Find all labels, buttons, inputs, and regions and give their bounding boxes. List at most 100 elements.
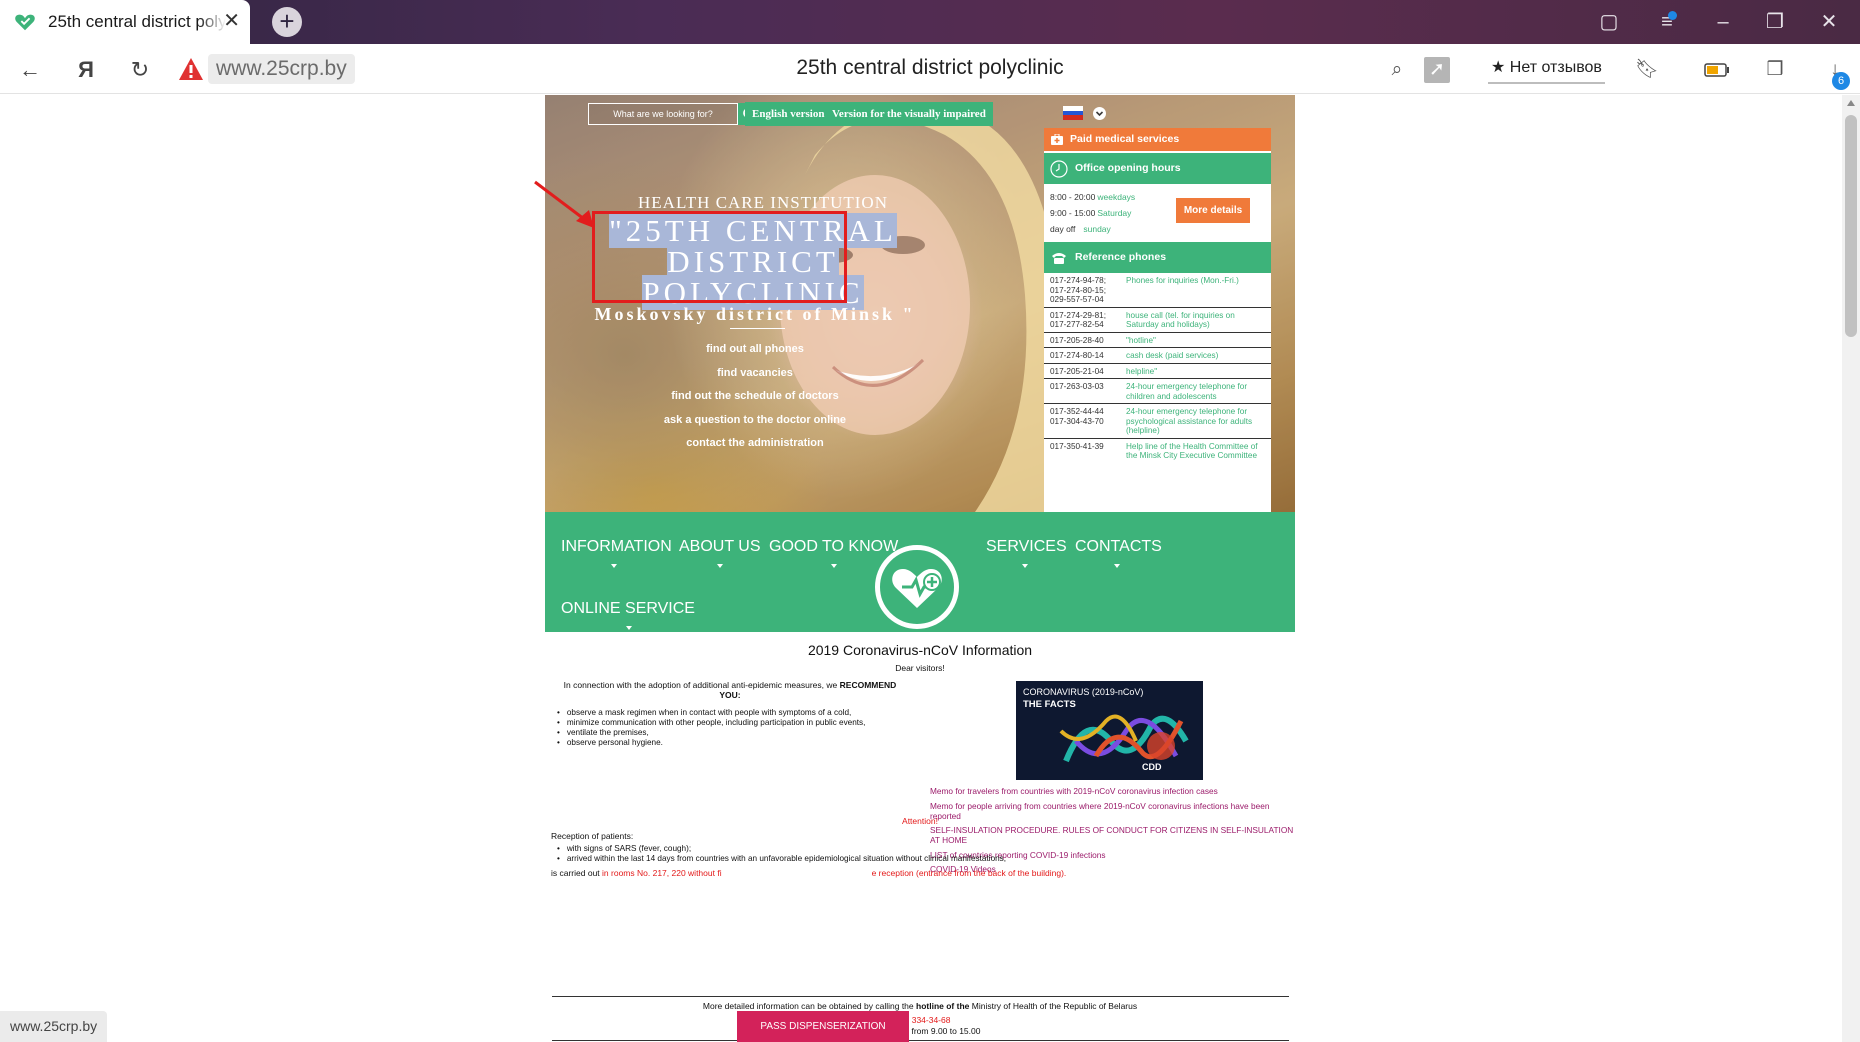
nav-good-to-know[interactable]: GOOD TO KNOW xyxy=(769,538,898,556)
chevron-down-icon xyxy=(1022,564,1028,568)
contact-admin-link[interactable]: contact the administration xyxy=(585,432,925,456)
image-caption-line1: CORONAVIRUS (2019-nCoV) xyxy=(1023,687,1144,697)
page-viewport: What are we looking for? English version… xyxy=(0,95,1842,1042)
pass-dispenserization-button[interactable]: PASS DISPENSERIZATION xyxy=(737,1011,909,1042)
office-hours-title: Office opening hours xyxy=(1075,162,1181,174)
protein-structure-graphic xyxy=(1059,714,1189,763)
tab-title: 25th central district polyclinic xyxy=(48,12,226,31)
divider xyxy=(552,996,1289,997)
phone-row: 017-274-29-81; 017-277-82-54 house call (… xyxy=(1044,308,1271,333)
back-icon[interactable]: ← xyxy=(16,56,44,84)
nav-information[interactable]: INFORMATION xyxy=(561,538,672,556)
phone-description: cash desk (paid services) xyxy=(1126,351,1219,360)
warning-icon[interactable] xyxy=(178,57,204,81)
chevron-down-icon xyxy=(717,564,723,568)
english-version-button[interactable]: English version xyxy=(745,102,832,126)
battery-icon[interactable] xyxy=(1704,57,1730,83)
find-vacancies-link[interactable]: find vacancies xyxy=(585,362,925,386)
nav-services[interactable]: SERVICES xyxy=(986,538,1067,556)
scroll-up-icon[interactable] xyxy=(1847,100,1855,106)
reload-icon[interactable]: ↻ xyxy=(126,56,154,84)
phone-description: Help line of the Health Committee of the… xyxy=(1126,441,1258,461)
minimize-icon[interactable]: – xyxy=(1710,9,1736,35)
site-container: What are we looking for? English version… xyxy=(545,95,1295,1042)
self-insulation-link[interactable]: SELF-INSULATION PROCEDURE. RULES OF COND… xyxy=(930,825,1300,845)
star-icon: ★ xyxy=(1491,59,1506,76)
site-favicon-icon xyxy=(15,14,35,31)
office-hours: 8:00 - 20:00 weekdays 9:00 - 15:00 Saturda… xyxy=(1044,184,1271,242)
list-item: observe a mask regimen when in contact w… xyxy=(557,708,907,718)
downloads-badge: 6 xyxy=(1832,72,1850,90)
reviews-label: Нет отзывов xyxy=(1509,59,1602,76)
divider xyxy=(552,1040,1289,1041)
phones-list: 017-274-94-78; 017-274-80-15; 029-557-57… xyxy=(1044,273,1271,463)
bookmark-icon[interactable]: 🔖︎ xyxy=(1634,57,1660,83)
tab-close-icon[interactable]: ✕ xyxy=(223,11,240,31)
covid-info-section: 2019 Coronavirus-nCoV Information Dear v… xyxy=(545,632,1295,1042)
vertical-scrollbar[interactable] xyxy=(1842,95,1860,1042)
phone-number[interactable]: 017-352-44-44 017-304-43-70 xyxy=(1050,407,1126,436)
url-field[interactable]: www.25crp.by xyxy=(208,54,355,84)
phone-row: 017-274-80-14 cash desk (paid services) xyxy=(1044,348,1271,364)
memo-travelers-link[interactable]: Memo for travelers from countries with 2… xyxy=(930,786,1300,796)
find-phones-link[interactable]: find out all phones xyxy=(585,338,925,362)
notification-dot xyxy=(1668,11,1677,20)
phone-number[interactable]: 017-263-03-03 xyxy=(1050,382,1126,401)
institution-label: HEALTH CARE INSTITUTION xyxy=(638,193,888,212)
phone-number[interactable]: 017-274-94-78; 017-274-80-15; 029-557-57… xyxy=(1050,276,1126,305)
phone-description: "hotline" xyxy=(1126,335,1156,345)
attention-label: Attention! xyxy=(902,816,938,826)
hero-divider xyxy=(730,328,785,329)
list-item: minimize communication with other people… xyxy=(557,718,907,728)
recommendation-list: observe a mask regimen when in contact w… xyxy=(557,708,907,748)
scroll-thumb[interactable] xyxy=(1845,115,1857,337)
address-bar: ← Я ↻ www.25crp.by 25th central district… xyxy=(0,44,1860,94)
chevron-down-icon xyxy=(1114,564,1120,568)
chevron-down-icon xyxy=(831,564,837,568)
medkit-icon xyxy=(1051,134,1063,145)
entrance-text: e reception (entrance from the back of t… xyxy=(871,868,1067,878)
hotline-hours: on weekdays from 9.00 to 15.00 xyxy=(859,1026,981,1036)
nav-about-us[interactable]: ABOUT US xyxy=(679,538,761,556)
extensions-icon[interactable]: ❒ xyxy=(1762,57,1788,83)
phone-number[interactable]: 017-205-28-40 xyxy=(1050,336,1126,346)
more-details-button[interactable]: More details xyxy=(1176,198,1250,223)
reviews-button[interactable]: ★ Нет отзывов xyxy=(1488,52,1605,84)
phone-number[interactable]: 017-350-41-39 xyxy=(1050,442,1126,461)
language-dropdown-icon[interactable] xyxy=(1093,107,1106,120)
phone-row: 017-350-41-39 Help line of the Health Com… xyxy=(1044,439,1271,463)
office-hours-header: Office opening hours xyxy=(1044,153,1271,184)
nav-online-service[interactable]: ONLINE SERVICE xyxy=(561,600,695,618)
turbo-icon[interactable]: ➚ xyxy=(1424,57,1450,83)
search-page-icon[interactable]: ⌕ xyxy=(1384,57,1410,83)
phone-number[interactable]: 017-205-21-04 xyxy=(1050,367,1126,377)
doctor-schedule-link[interactable]: find out the schedule of doctors xyxy=(585,385,925,409)
reference-phones-title: Reference phones xyxy=(1075,251,1167,263)
coronavirus-facts-image[interactable]: CORONAVIRUS (2019-nCoV) THE FACTS CDD xyxy=(1016,681,1203,780)
nav-contacts[interactable]: CONTACTS xyxy=(1075,538,1162,556)
list-item: with signs of SARS (fever, cough); xyxy=(557,844,1006,854)
russian-flag-icon[interactable] xyxy=(1063,106,1083,120)
main-navigation: INFORMATION ABOUT US GOOD TO KNOW SERVIC… xyxy=(545,512,1295,632)
new-tab-button[interactable]: + xyxy=(272,7,302,37)
status-bar-url: www.25crp.by xyxy=(0,1011,108,1042)
covid-links: Memo for travelers from countries with 2… xyxy=(930,786,1300,879)
phone-description: helpline" xyxy=(1126,366,1158,376)
clinic-logo[interactable] xyxy=(875,545,959,629)
close-window-icon[interactable]: ✕ xyxy=(1816,9,1842,35)
hero-banner: What are we looking for? English version… xyxy=(545,95,1295,512)
visually-impaired-button[interactable]: Version for the visually impaired xyxy=(825,102,993,126)
restore-icon[interactable]: ❐ xyxy=(1762,9,1788,35)
yandex-icon[interactable]: Я xyxy=(72,56,100,84)
phone-row: 017-263-03-03 24-hour emergency telephone… xyxy=(1044,379,1271,404)
paid-services-link[interactable]: Paid medical services xyxy=(1044,128,1271,151)
phone-description: Phones for inquiries (Mon.-Fri.) xyxy=(1126,276,1239,285)
phone-description: house call (tel. for inquiries on Saturd… xyxy=(1126,310,1235,330)
browser-tab[interactable]: 25th central district polyclinic ✕ xyxy=(0,0,250,44)
phone-number[interactable]: 017-274-80-14 xyxy=(1050,351,1126,361)
ask-doctor-link[interactable]: ask a question to the doctor online xyxy=(585,409,925,433)
reception-list: with signs of SARS (fever, cough); arriv… xyxy=(557,844,1006,864)
collections-icon[interactable]: ▢ xyxy=(1596,9,1622,35)
phone-number[interactable]: 017-274-29-81; 017-277-82-54 xyxy=(1050,311,1126,330)
site-search-input[interactable]: What are we looking for? xyxy=(588,103,738,125)
